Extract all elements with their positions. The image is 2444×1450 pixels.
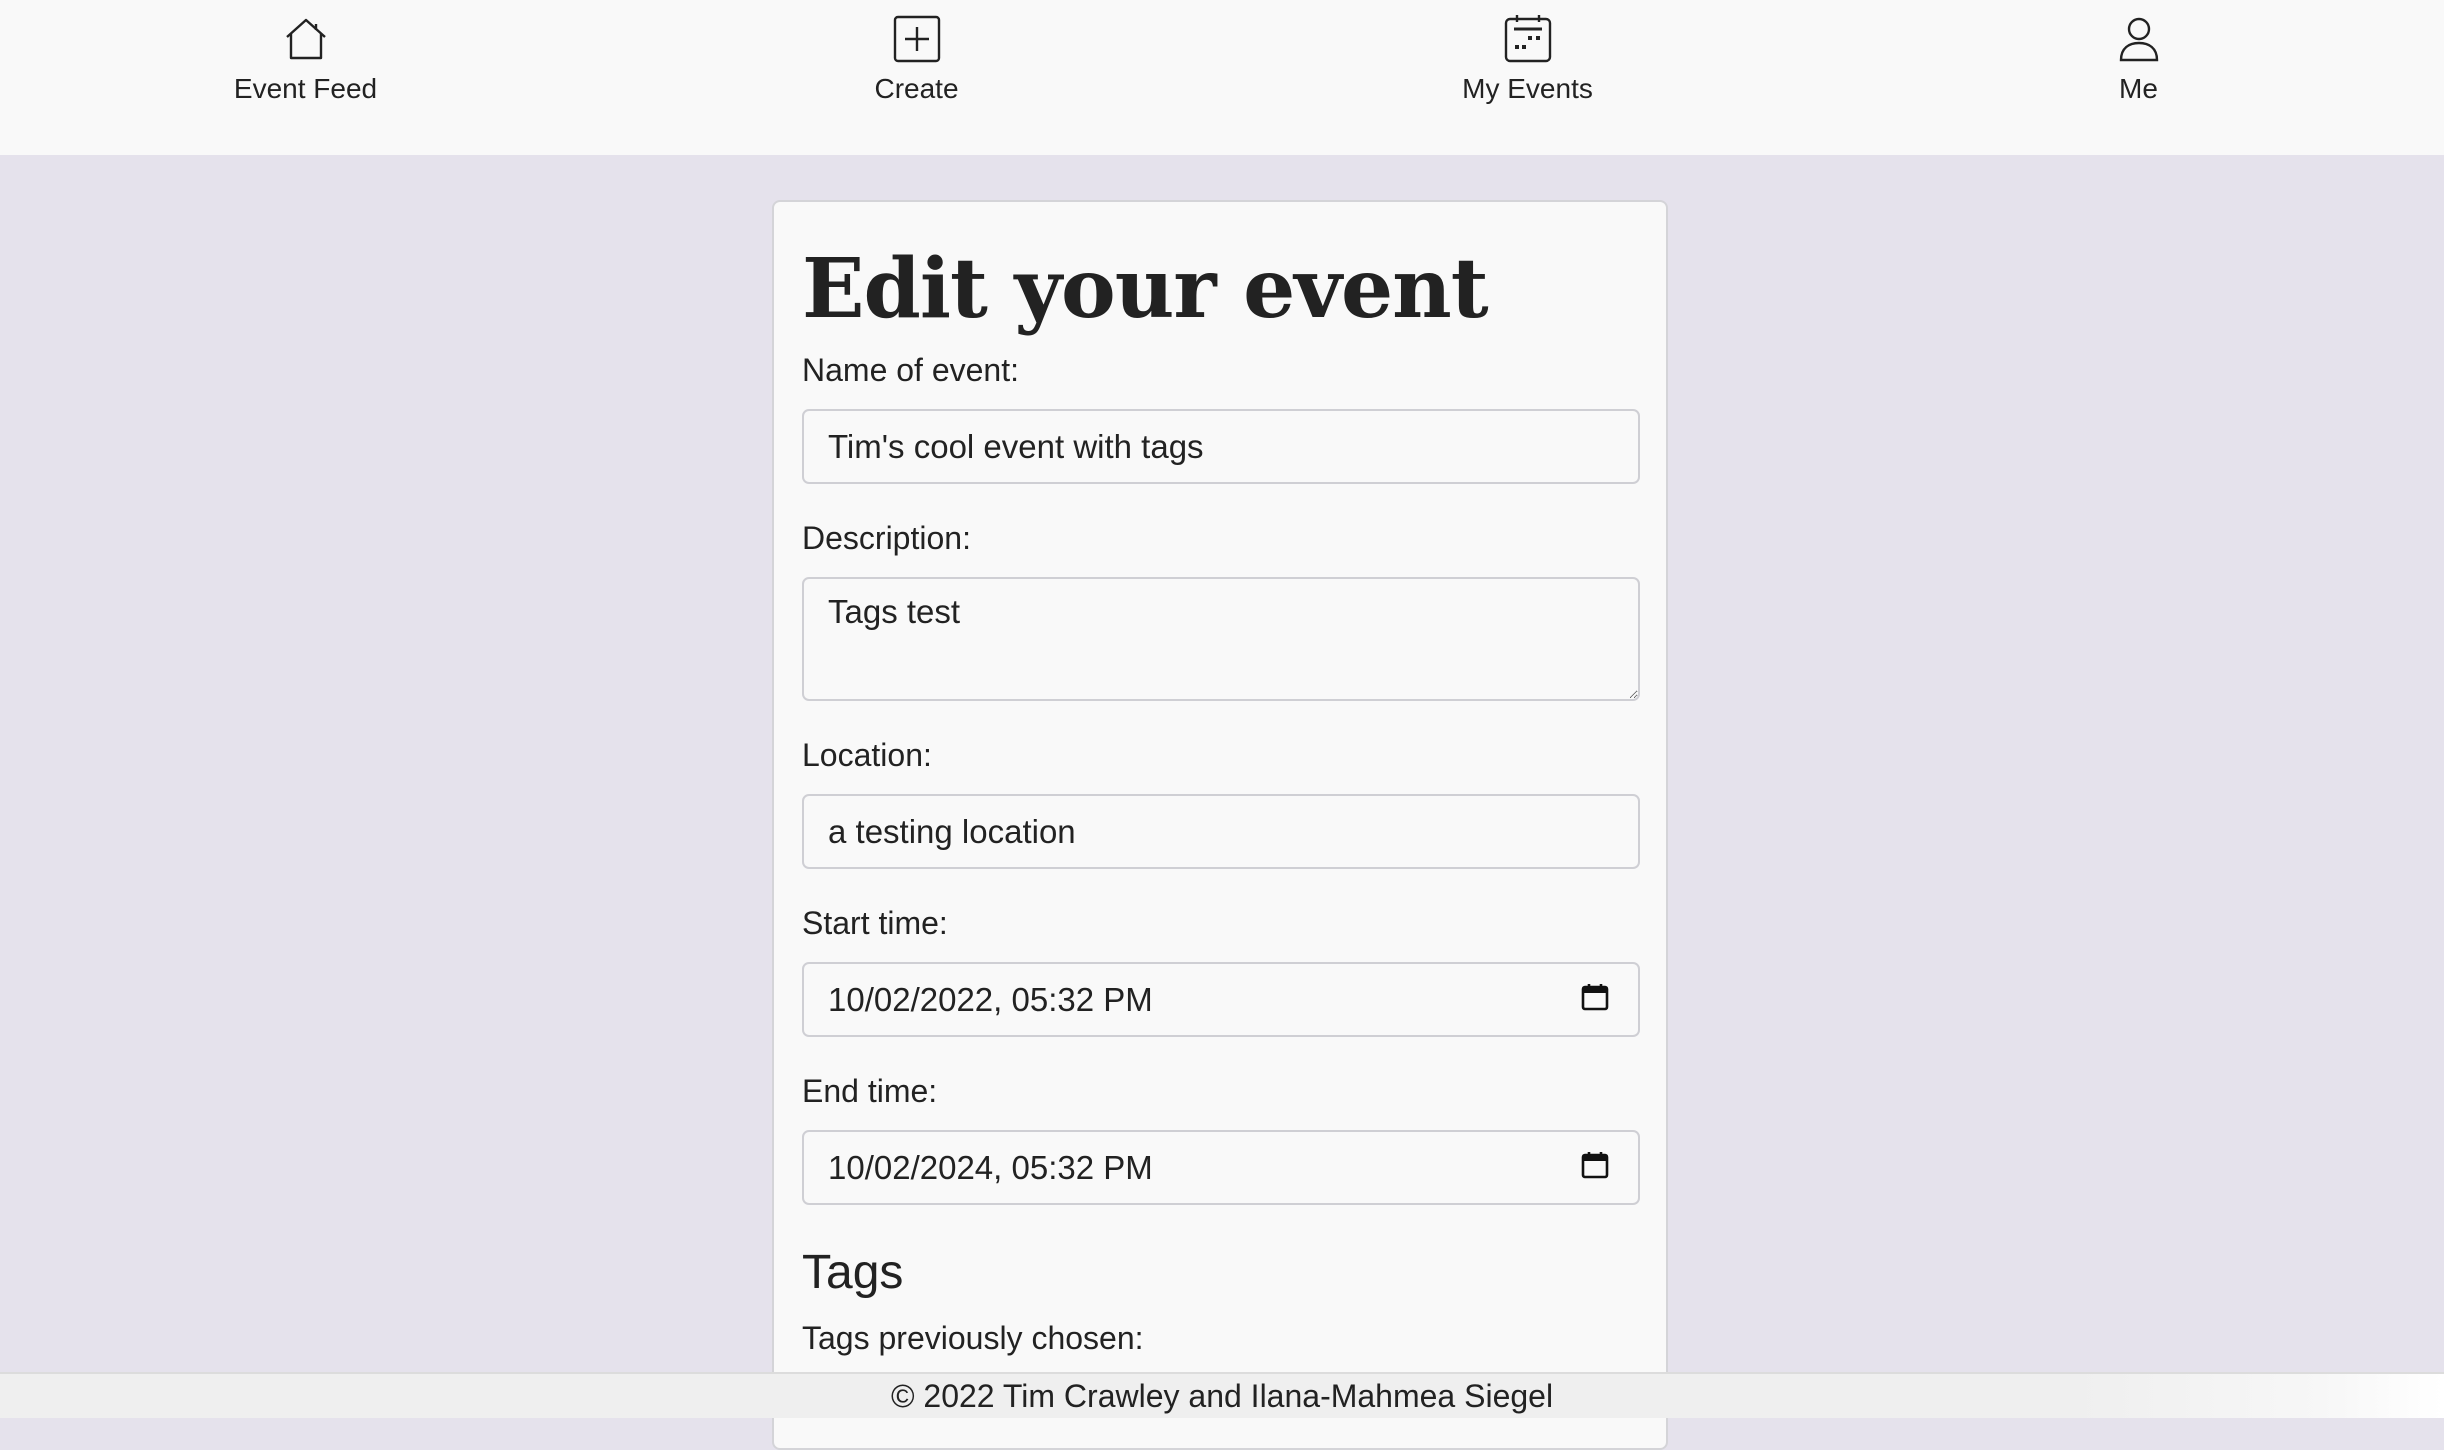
nav-label-event-feed: Event Feed bbox=[233, 73, 378, 104]
calendar-icon bbox=[1501, 12, 1555, 66]
nav-item-my-events[interactable]: My Events bbox=[1222, 0, 1833, 155]
name-label: Name of event: bbox=[802, 352, 1019, 389]
plus-square-icon bbox=[890, 12, 944, 66]
start-time-input[interactable]: 10/02/2022, 05:32 PM bbox=[802, 962, 1640, 1038]
end-time-label: End time: bbox=[802, 1073, 938, 1110]
page-title: Edit your event bbox=[802, 241, 1489, 337]
footer: © 2022 Tim Crawley and Ilana-Mahmea Sieg… bbox=[0, 1372, 2444, 1418]
start-time-label: Start time: bbox=[802, 905, 948, 942]
location-input[interactable] bbox=[802, 794, 1640, 870]
start-time-value: 10/02/2022, 05:32 PM bbox=[828, 980, 1153, 1018]
end-time-input[interactable]: 10/02/2024, 05:32 PM bbox=[802, 1130, 1640, 1206]
tags-previous-label: Tags previously chosen: bbox=[802, 1320, 1144, 1357]
nav-label-my-events: My Events bbox=[1462, 73, 1593, 104]
end-time-value: 10/02/2024, 05:32 PM bbox=[828, 1148, 1153, 1186]
edit-event-card: Edit your event Name of event: Descripti… bbox=[772, 200, 1668, 1450]
nav-label-create: Create bbox=[874, 73, 959, 104]
description-label: Description: bbox=[802, 520, 971, 557]
home-icon bbox=[279, 12, 333, 66]
top-navigation: Event Feed Create My Events Me bbox=[0, 0, 2444, 155]
nav-item-me[interactable]: Me bbox=[1833, 0, 2444, 155]
tags-heading: Tags bbox=[802, 1246, 904, 1300]
event-name-input[interactable] bbox=[802, 409, 1640, 485]
person-icon bbox=[2112, 12, 2166, 66]
nav-item-event-feed[interactable]: Event Feed bbox=[0, 0, 611, 155]
nav-label-me: Me bbox=[2119, 73, 2158, 104]
nav-item-create[interactable]: Create bbox=[611, 0, 1222, 155]
location-label: Location: bbox=[802, 737, 932, 774]
calendar-picker-icon[interactable] bbox=[1580, 1150, 1638, 1185]
description-textarea[interactable]: Tags test bbox=[802, 577, 1640, 702]
calendar-picker-icon[interactable] bbox=[1580, 982, 1638, 1017]
